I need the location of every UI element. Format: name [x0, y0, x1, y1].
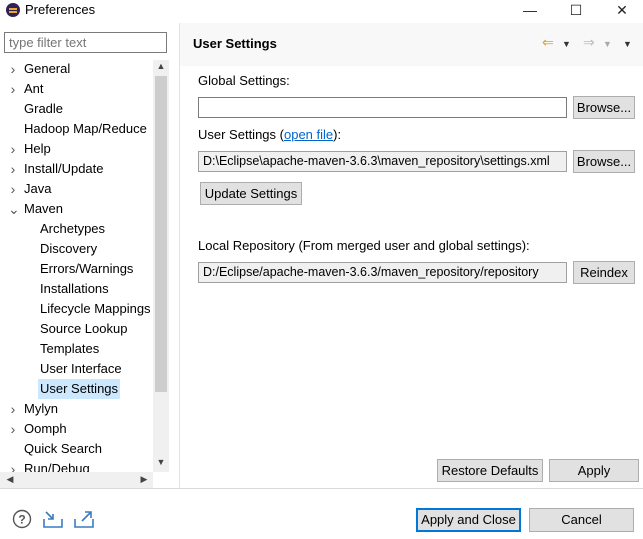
tree-item[interactable]: › Run/Debug [0, 459, 153, 472]
page-title: User Settings [193, 36, 277, 51]
back-dropdown-icon[interactable]: ▼ [562, 39, 571, 49]
view-menu-icon[interactable]: ▼ [623, 39, 632, 49]
scroll-down-icon[interactable]: ▼ [153, 457, 169, 467]
tree-item-label: Hadoop Map/Reduce [24, 121, 147, 136]
close-button[interactable]: ✕ [602, 0, 642, 22]
user-browse-button[interactable]: Browse... [573, 150, 635, 173]
tree-item[interactable]: Lifecycle Mappings [0, 299, 153, 319]
forward-dropdown-icon[interactable]: ▼ [603, 39, 612, 49]
forward-arrow-icon[interactable]: ⇒ [583, 34, 595, 51]
tree-item-label: Run/Debug [24, 461, 90, 472]
tree-item[interactable]: ⌄ Maven [0, 199, 153, 219]
svg-text:?: ? [18, 513, 25, 527]
tree-item-label: Lifecycle Mappings [40, 301, 151, 316]
tree-item-label: Discovery [40, 241, 98, 256]
tree-item-label: Source Lookup [40, 321, 128, 336]
tree-item[interactable]: › Java [0, 179, 153, 199]
tree-scroll-thumb[interactable] [155, 76, 167, 392]
cancel-button[interactable]: Cancel [529, 508, 634, 532]
tree-item-label: Oomph [24, 421, 67, 436]
back-arrow-icon[interactable]: ⇐ [542, 34, 554, 51]
collapsed-chevron-icon[interactable]: › [8, 59, 18, 79]
tree-item-label: Gradle [24, 101, 64, 116]
tree-item[interactable]: Source Lookup [0, 319, 153, 339]
tree-item-label: Templates [40, 341, 100, 356]
panel-divider[interactable] [179, 23, 180, 488]
collapsed-chevron-icon[interactable]: › [8, 419, 18, 439]
tree-item-label: Help [24, 141, 51, 156]
tree-item[interactable]: User Interface [0, 359, 153, 379]
global-settings-label: Global Settings: [198, 73, 290, 88]
collapsed-chevron-icon[interactable]: › [8, 459, 18, 472]
open-file-link[interactable]: open file [284, 127, 333, 142]
tree-item-label: General [24, 61, 71, 76]
tree-item-label: Mylyn [24, 401, 58, 416]
tree-item[interactable]: › Ant [0, 79, 153, 99]
collapsed-chevron-icon[interactable]: › [8, 179, 18, 199]
footer-separator [0, 488, 643, 489]
maximize-button[interactable]: ☐ [556, 0, 596, 22]
collapsed-chevron-icon[interactable]: › [8, 399, 18, 419]
local-repository-input[interactable]: D:/Eclipse/apache-maven-3.6.3/maven_repo… [198, 262, 567, 283]
reindex-button[interactable]: Reindex [573, 261, 635, 284]
preference-tree: › General › Ant Gradle Hadoop Map/Reduce › Help… [0, 59, 153, 472]
tree-item-label: Installations [40, 281, 109, 296]
eclipse-app-icon [6, 3, 20, 17]
tree-item[interactable]: Errors/Warnings [0, 259, 153, 279]
user-settings-input[interactable]: D:\Eclipse\apache-maven-3.6.3\maven_repo… [198, 151, 567, 172]
expanded-chevron-icon[interactable]: ⌄ [8, 199, 20, 219]
title-bar: Preferences — ☐ ✕ [0, 0, 643, 22]
tree-item-label: User Interface [40, 361, 122, 376]
tree-item-label: User Settings [38, 379, 121, 399]
minimize-button[interactable]: — [510, 0, 550, 22]
collapsed-chevron-icon[interactable]: › [8, 159, 18, 179]
user-settings-label-prefix: User Settings ( [198, 127, 284, 142]
import-icon[interactable] [42, 509, 63, 529]
local-repository-label: Local Repository (From merged user and g… [198, 238, 530, 253]
tree-item[interactable]: › Help [0, 139, 153, 159]
tree-item[interactable]: › Mylyn [0, 399, 153, 419]
help-icon[interactable]: ? [12, 509, 32, 529]
restore-defaults-button[interactable]: Restore Defaults [437, 459, 543, 482]
collapsed-chevron-icon[interactable]: › [8, 139, 18, 159]
filter-input[interactable] [4, 32, 167, 53]
tree-item[interactable]: › General [0, 59, 153, 79]
tree-item[interactable]: User Settings [0, 379, 153, 399]
apply-button[interactable]: Apply [549, 459, 639, 482]
apply-and-close-button[interactable]: Apply and Close [416, 508, 521, 532]
tree-item[interactable]: Installations [0, 279, 153, 299]
global-browse-button[interactable]: Browse... [573, 96, 635, 119]
tree-item-label: Maven [24, 201, 64, 216]
user-settings-label: User Settings (open file): [198, 127, 341, 142]
tree-item-label: Quick Search [24, 441, 103, 456]
tree-horizontal-scrollbar[interactable]: ◀ ▶ [0, 472, 153, 488]
tree-item[interactable]: Quick Search [0, 439, 153, 459]
tree-item[interactable]: Templates [0, 339, 153, 359]
tree-item-label: Install/Update [24, 161, 104, 176]
export-icon[interactable] [73, 509, 94, 529]
tree-item[interactable]: › Install/Update [0, 159, 153, 179]
collapsed-chevron-icon[interactable]: › [8, 79, 18, 99]
update-settings-button[interactable]: Update Settings [200, 182, 302, 205]
scroll-right-icon[interactable]: ▶ [136, 474, 152, 485]
scroll-up-icon[interactable]: ▲ [153, 61, 169, 71]
tree-item-label: Ant [24, 81, 44, 96]
tree-item-label: Archetypes [40, 221, 106, 236]
tree-item[interactable]: Gradle [0, 99, 153, 119]
window-title: Preferences [25, 2, 96, 17]
tree-item[interactable]: Discovery [0, 239, 153, 259]
global-settings-input[interactable] [198, 97, 567, 118]
tree-item-label: Errors/Warnings [40, 261, 134, 276]
tree-item[interactable]: › Oomph [0, 419, 153, 439]
tree-item[interactable]: Hadoop Map/Reduce [0, 119, 153, 139]
tree-item[interactable]: Archetypes [0, 219, 153, 239]
scroll-left-icon[interactable]: ◀ [2, 474, 18, 485]
tree-item-label: Java [24, 181, 52, 196]
user-settings-label-suffix: ): [333, 127, 342, 142]
